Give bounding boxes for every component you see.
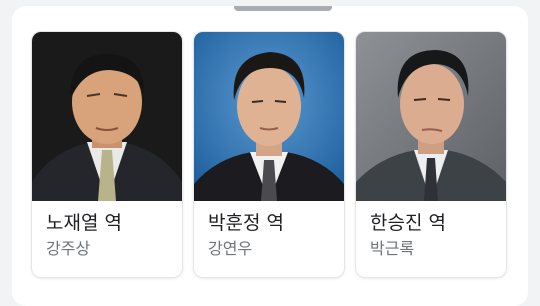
cast-photo [194, 32, 344, 201]
cast-card-text: 노재열 역 강주상 [46, 210, 176, 260]
cast-photo [356, 32, 506, 201]
portrait-photo-icon [194, 32, 344, 201]
drag-handle[interactable] [234, 6, 332, 11]
cast-photo [32, 32, 182, 201]
role-name: 노재열 역 [46, 212, 122, 234]
actor-name: 박근록 [370, 239, 415, 258]
portrait-photo-icon [32, 32, 182, 201]
cast-card[interactable]: 노재열 역 강주상 [32, 32, 182, 277]
cast-card-list: 노재열 역 강주상 박훈정 역 강연우 한승진 역 박근록 [32, 32, 506, 277]
actor-name: 강연우 [208, 239, 253, 258]
portrait-photo-icon [356, 32, 506, 201]
cast-card-text: 박훈정 역 강연우 [208, 210, 338, 260]
role-name: 한승진 역 [370, 212, 446, 234]
actor-name: 강주상 [46, 239, 91, 258]
cast-card[interactable]: 한승진 역 박근록 [356, 32, 506, 277]
role-name: 박훈정 역 [208, 212, 284, 234]
cast-card-text: 한승진 역 박근록 [370, 210, 500, 260]
cast-card[interactable]: 박훈정 역 강연우 [194, 32, 344, 277]
